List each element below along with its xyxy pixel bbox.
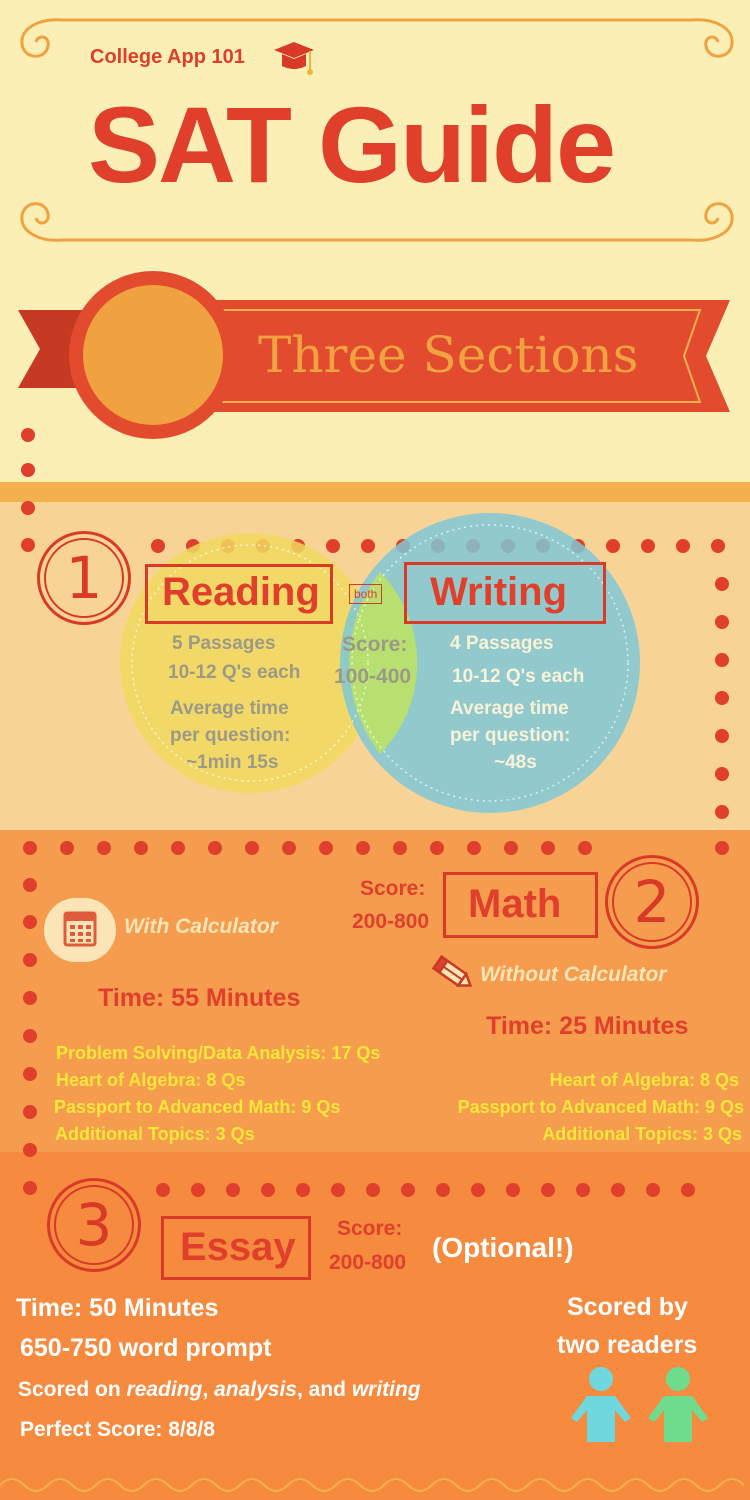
with-item: Passport to Advanced Math: 9 Qs (54, 1097, 341, 1117)
rw-score-label: Score: (342, 633, 408, 656)
without-calculator-label: Without Calculator (480, 963, 667, 986)
math-score-label: Score: (360, 877, 426, 900)
reading-questions: 10-12 Q's each (168, 662, 301, 683)
math-score-value: 200-800 (352, 910, 430, 933)
both-label: both (349, 584, 383, 604)
essay-score-value: 200-800 (329, 1251, 407, 1274)
reading-time-line-2: per question: (170, 725, 291, 746)
without-calculator-time: Time: 25 Minutes (486, 1012, 689, 1040)
essay-perfect-score: Perfect Score: 8/8/8 (20, 1418, 215, 1441)
without-item: Passport to Advanced Math: 9 Qs (457, 1097, 744, 1117)
with-calculator-label: With Calculator (124, 915, 278, 938)
writing-passages: 4 Passages (450, 633, 554, 654)
reading-time-line-1: Average time (170, 698, 289, 719)
infographic: College App 101 SAT Guide Three Sections (0, 0, 750, 1500)
essay-optional: (Optional!) (432, 1232, 574, 1263)
scored-on-prefix: Scored on (18, 1378, 127, 1401)
without-item: Heart of Algebra: 8 Qs (549, 1070, 739, 1090)
calculator-icon (63, 911, 97, 947)
essay-label: Essay (180, 1225, 296, 1269)
reading-label: Reading (162, 570, 320, 614)
writing-time-line-3: ~48s (494, 752, 537, 773)
essay-prompt: 650-750 word prompt (20, 1334, 272, 1362)
section-number-1: 1 (37, 531, 131, 625)
scored-on-writing: writing (351, 1378, 421, 1401)
without-item: Additional Topics: 3 Qs (542, 1124, 742, 1144)
writing-time-line-2: per question: (450, 725, 571, 746)
pencil-icon (431, 955, 473, 988)
section-number-3: 3 (47, 1178, 141, 1272)
rw-score-value: 100-400 (334, 665, 412, 688)
essay-scored-on: Scored on reading, analysis, and writing (18, 1378, 421, 1402)
writing-time-line-1: Average time (450, 698, 569, 719)
essay-time: Time: 50 Minutes (16, 1294, 219, 1322)
with-calculator-time: Time: 55 Minutes (98, 984, 301, 1012)
person-icon (648, 1367, 708, 1442)
person-icon (571, 1367, 631, 1442)
scored-on-reading: reading (126, 1378, 203, 1401)
writing-label: Writing (430, 570, 568, 614)
essay-score-label: Score: (337, 1217, 403, 1240)
section-number-2: 2 (605, 855, 699, 949)
scored-on-and: , and (296, 1378, 352, 1401)
scored-on-analysis: analysis (214, 1378, 297, 1401)
math-label: Math (468, 882, 562, 926)
readers-line-2: two readers (557, 1331, 698, 1359)
with-item: Heart of Algebra: 8 Qs (56, 1070, 246, 1090)
readers-line-1: Scored by (567, 1293, 688, 1321)
writing-questions: 10-12 Q's each (452, 666, 585, 687)
bottom-wave (0, 1478, 745, 1492)
reading-time-line-3: ~1min 15s (186, 752, 279, 773)
reading-passages: 5 Passages (172, 633, 276, 654)
with-item: Problem Solving/Data Analysis: 17 Qs (56, 1043, 381, 1063)
scored-on-comma: , (202, 1378, 215, 1401)
with-item: Additional Topics: 3 Qs (55, 1124, 255, 1144)
